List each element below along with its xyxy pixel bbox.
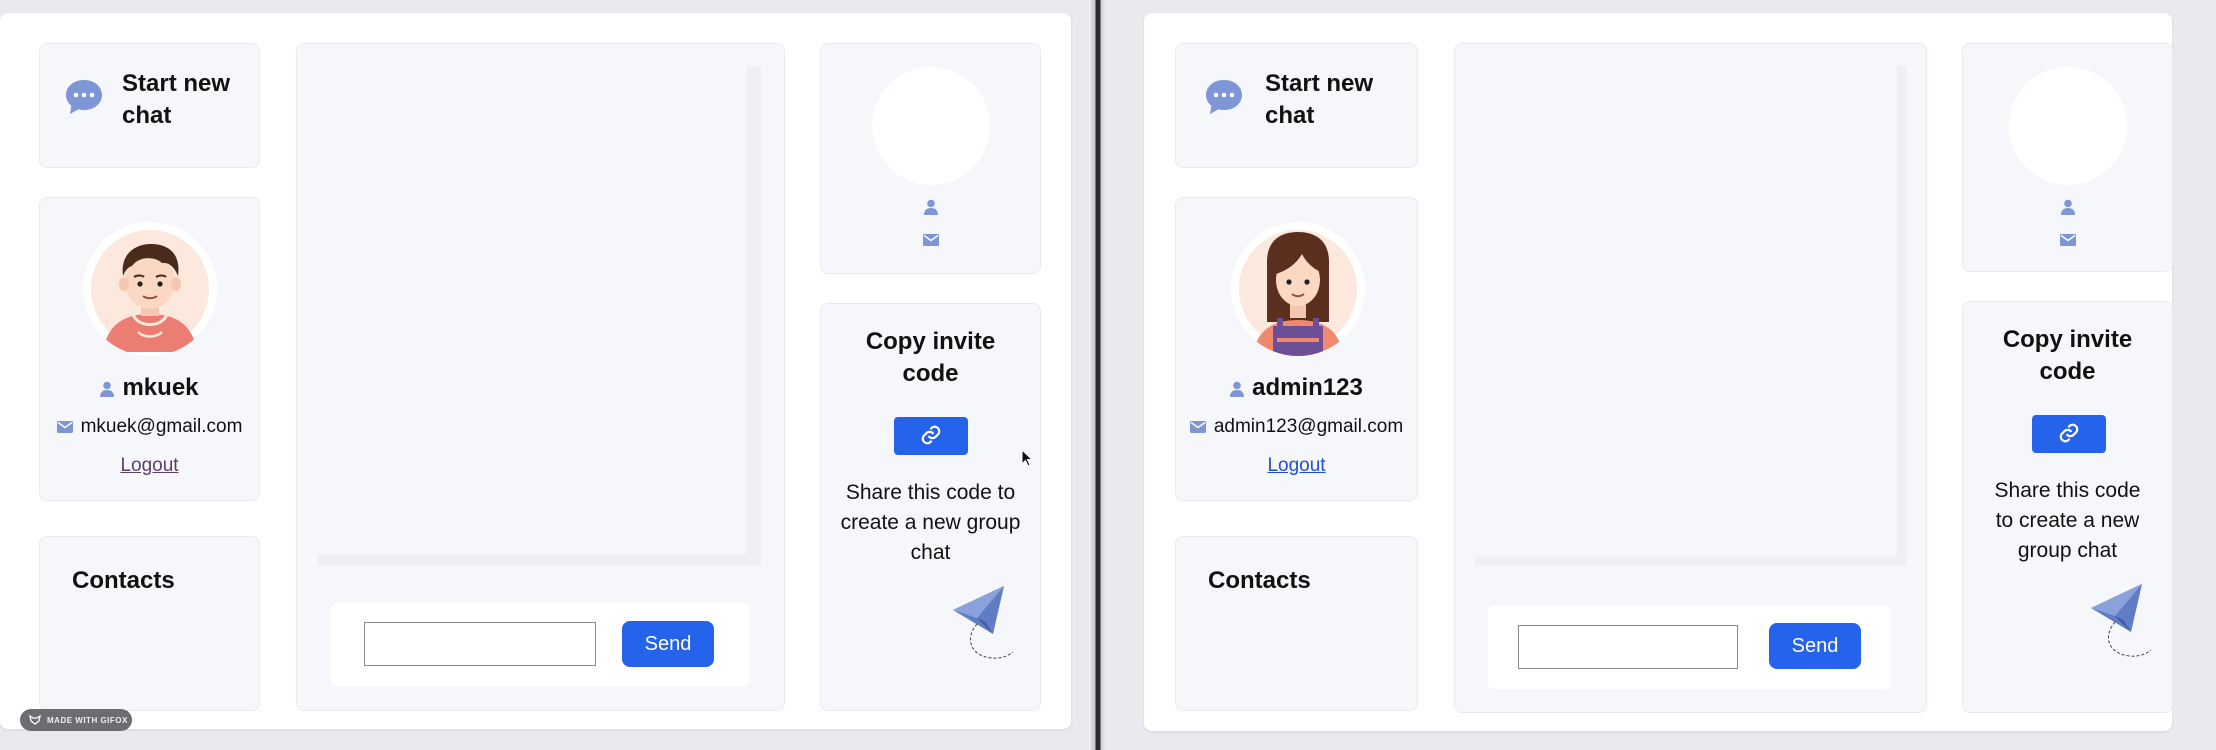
copy-invite-link-button[interactable] [2032, 415, 2106, 453]
user-icon [2061, 199, 2075, 215]
username-text: mkuek [122, 374, 199, 401]
contacts-title: Contacts [72, 567, 175, 594]
username-text: admin123 [1252, 374, 1363, 401]
girl-avatar-illustration [1239, 230, 1357, 356]
logout-link[interactable]: Logout [1176, 455, 1417, 477]
username: admin123 [1176, 374, 1417, 402]
invite-card: Copy invite code Share this code to crea… [820, 303, 1041, 711]
start-new-chat-button[interactable]: Start new chat [39, 43, 260, 168]
link-icon [2059, 423, 2079, 442]
invite-description: Share this code to create a new group ch… [1994, 479, 2141, 562]
invite-title: Copy invite code [865, 328, 996, 387]
invite-description: Share this code to create a new group ch… [840, 481, 1021, 564]
email-text: mkuek@gmail.com [80, 416, 243, 437]
message-input[interactable] [364, 622, 596, 666]
contacts-card: Contacts [39, 536, 260, 711]
start-new-chat-label: Start new chat [122, 70, 231, 129]
paper-plane-icon [953, 586, 1014, 659]
chat-bubble-icon [1206, 80, 1242, 114]
mail-icon [56, 420, 73, 433]
message-input[interactable] [1518, 625, 1738, 669]
message-composer: Send [331, 603, 750, 686]
avatar [1231, 222, 1365, 356]
right-browser-window: Start new chat admin123 admin123@gmail.c… [1144, 13, 2173, 731]
chat-panel: Send [1454, 43, 1927, 713]
email-text: admin123@gmail.com [1213, 416, 1404, 437]
start-new-chat-label: Start new chat [1265, 70, 1374, 129]
link-icon [921, 425, 941, 444]
user-email: admin123@gmail.com [1176, 416, 1417, 438]
contacts-title: Contacts [1208, 567, 1311, 594]
paper-plane-icon [2091, 584, 2152, 657]
mail-icon [1189, 420, 1206, 433]
user-icon [1230, 381, 1245, 397]
made-with-gifox-badge: MADE WITH GIFOX [20, 709, 132, 731]
invite-card: Copy invite code Share this code to crea… [1962, 301, 2173, 713]
message-list[interactable] [317, 66, 761, 566]
contacts-card: Contacts [1175, 536, 1418, 711]
start-new-chat-button[interactable]: Start new chat [1175, 43, 1418, 168]
user-icon [100, 381, 115, 397]
username: mkuek [40, 374, 259, 402]
message-composer: Send [1488, 605, 1891, 689]
left-browser-window: Start new chat mkuek mkuek@gmail.com Log… [0, 13, 1071, 729]
chat-bubble-icon [66, 80, 102, 114]
mail-icon [923, 234, 939, 246]
profile-card: mkuek mkuek@gmail.com Logout [39, 197, 260, 501]
avatar [83, 222, 217, 356]
send-button[interactable]: Send [622, 621, 714, 667]
mouse-cursor-icon [1021, 449, 1033, 467]
mail-icon [2060, 234, 2076, 246]
copy-invite-link-button[interactable] [894, 417, 968, 455]
peer-info-card [820, 43, 1041, 274]
send-button[interactable]: Send [1769, 623, 1861, 669]
pane-divider[interactable] [1091, 0, 1105, 750]
chat-panel: Send [296, 43, 785, 711]
profile-card: admin123 admin123@gmail.com Logout [1175, 197, 1418, 501]
logout-link[interactable]: Logout [40, 455, 259, 477]
gifox-icon [29, 715, 41, 725]
peer-avatar-placeholder [872, 67, 990, 185]
badge-label: MADE WITH GIFOX [47, 715, 128, 725]
boy-avatar-illustration [91, 230, 209, 352]
message-list[interactable] [1475, 66, 1907, 566]
peer-avatar-placeholder [2009, 67, 2127, 185]
invite-title: Copy invite code [2002, 326, 2133, 385]
user-icon [924, 199, 938, 215]
peer-info-card [1962, 43, 2173, 272]
user-email: mkuek@gmail.com [40, 416, 259, 438]
